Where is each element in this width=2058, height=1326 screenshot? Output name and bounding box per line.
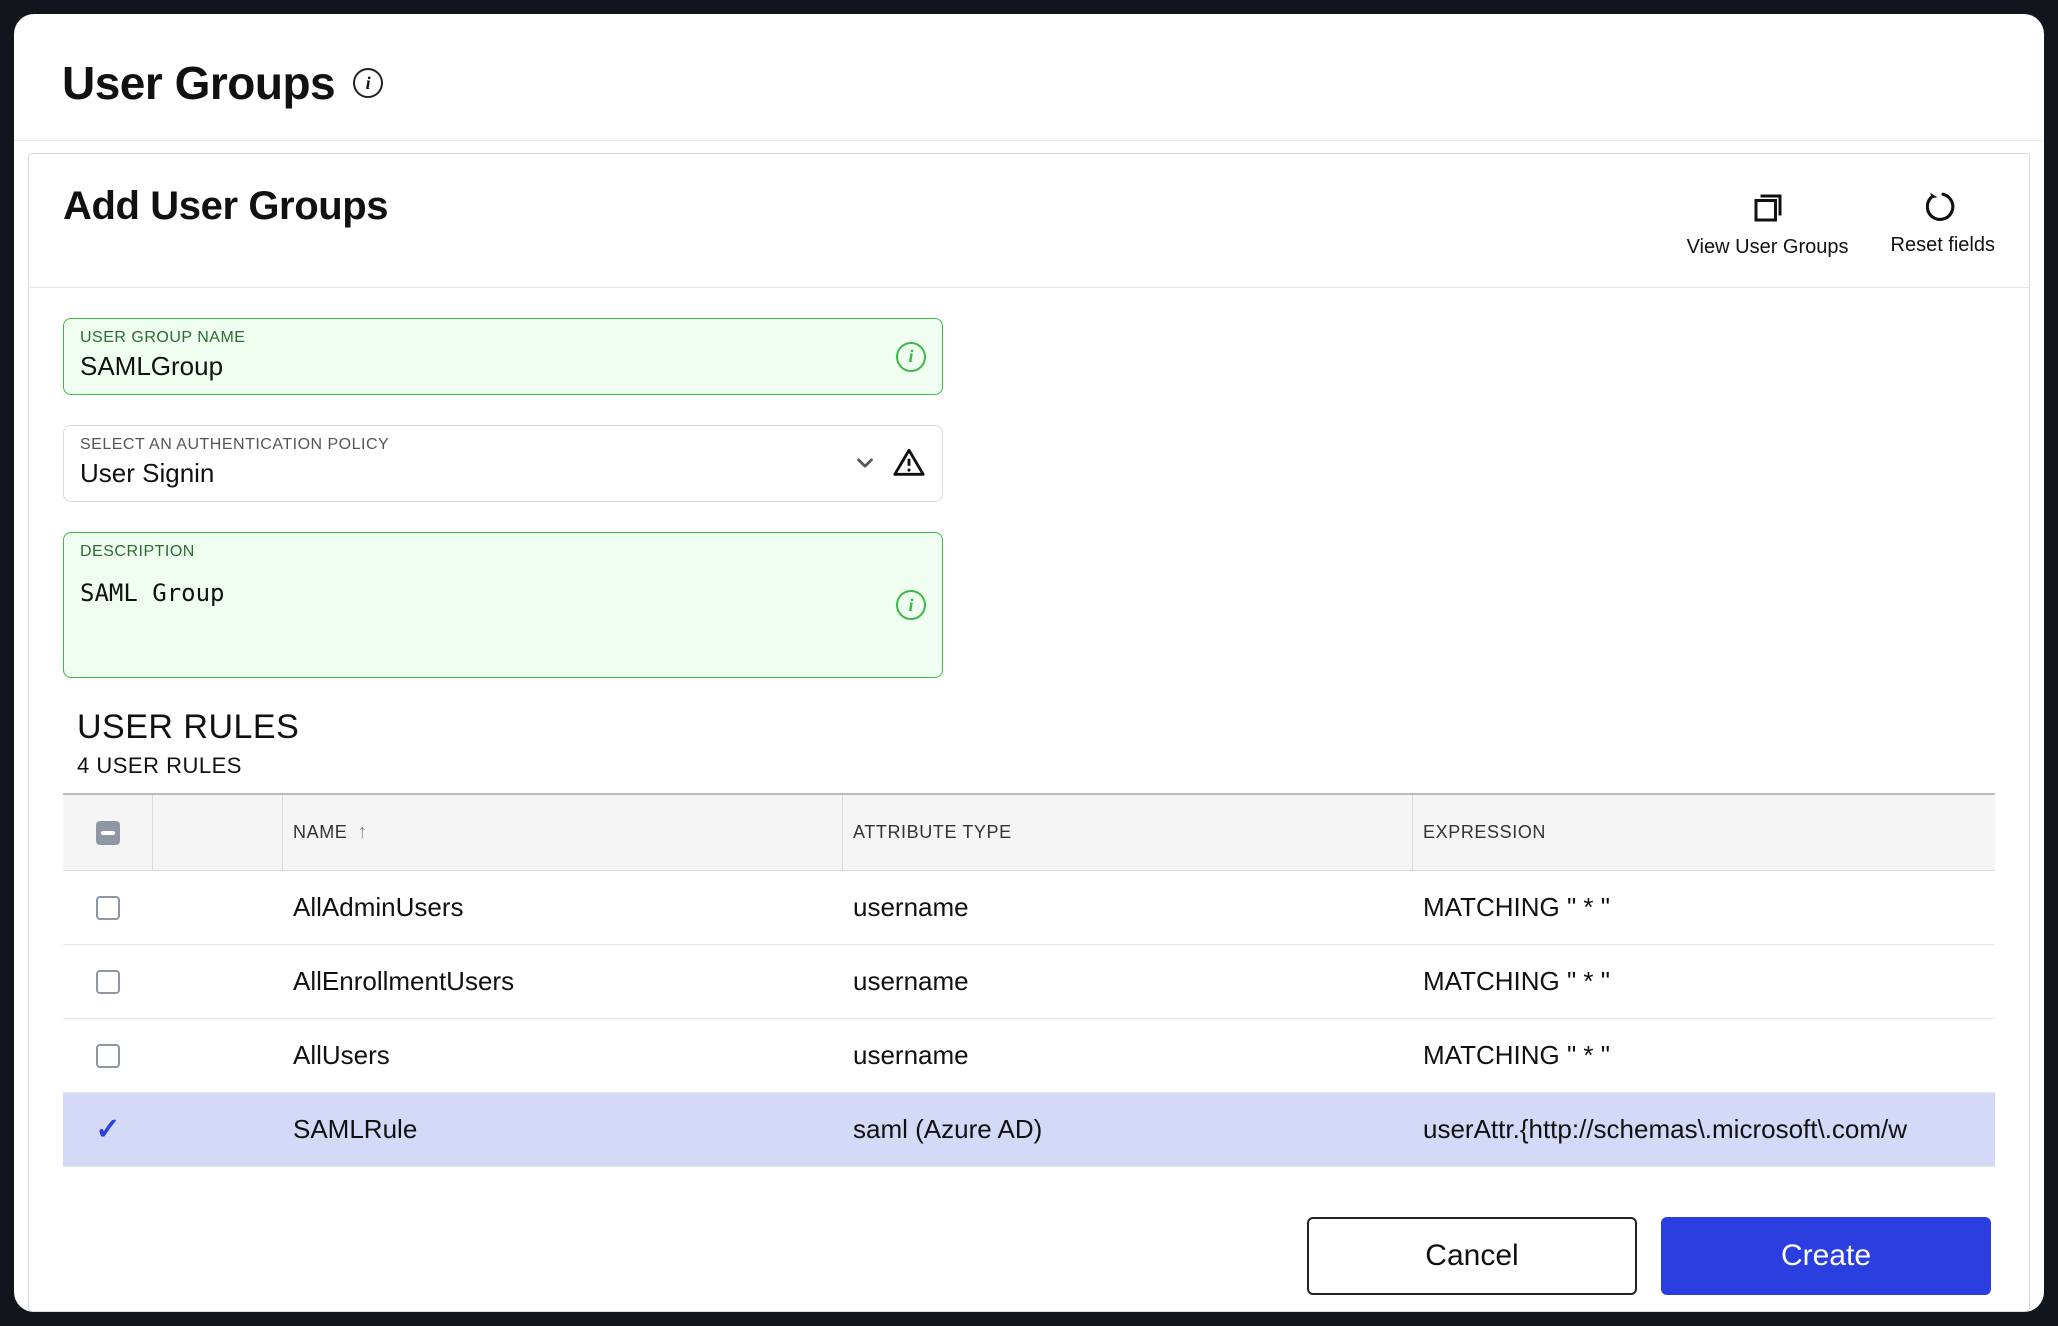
panel-title: Add User Groups <box>63 184 388 229</box>
reset-icon <box>1926 190 1960 224</box>
page-title: User Groups <box>62 56 335 110</box>
add-user-groups-panel: Add User Groups View User Groups <box>28 153 2030 1312</box>
panel-footer: Cancel Create <box>29 1177 2029 1312</box>
column-header-name-label: NAME <box>293 822 347 843</box>
checkbox-icon <box>96 1044 120 1068</box>
auth-policy-select[interactable]: SELECT AN AUTHENTICATION POLICY User Sig… <box>63 425 943 502</box>
row-attribute-type: username <box>843 966 1413 997</box>
cancel-button-label: Cancel <box>1425 1239 1518 1273</box>
table-row[interactable]: AllUsersusernameMATCHING " * " <box>63 1019 1995 1093</box>
row-expression: MATCHING " * " <box>1413 892 1995 923</box>
user-group-name-field[interactable]: USER GROUP NAME SAMLGroup i <box>63 318 943 395</box>
row-expression: userAttr.{http://schemas\.microsoft\.com… <box>1413 1114 1995 1145</box>
info-icon[interactable]: i <box>353 68 383 98</box>
checkbox-icon <box>96 896 120 920</box>
description-label: DESCRIPTION <box>80 543 926 561</box>
table-body: AllAdminUsersusernameMATCHING " * "AllEn… <box>63 871 1995 1167</box>
auth-policy-label: SELECT AN AUTHENTICATION POLICY <box>80 436 852 454</box>
page: User Groups i Add User Groups View User … <box>14 14 2044 1312</box>
view-user-groups-label: View User Groups <box>1687 236 1849 259</box>
sort-asc-icon: ↑ <box>357 821 368 844</box>
select-all-header[interactable] <box>63 795 153 870</box>
user-group-name-label: USER GROUP NAME <box>80 329 926 347</box>
row-attribute-type: username <box>843 1040 1413 1071</box>
column-header-attr-label: ATTRIBUTE TYPE <box>853 822 1012 843</box>
user-rules-heading: USER RULES <box>77 708 1995 747</box>
row-name: SAMLRule <box>283 1114 843 1145</box>
chevron-down-icon <box>852 450 878 476</box>
info-icon[interactable]: i <box>896 590 926 620</box>
row-attribute-type: username <box>843 892 1413 923</box>
panel-header: Add User Groups View User Groups <box>29 154 2029 288</box>
row-name: AllAdminUsers <box>283 892 843 923</box>
column-header-attribute-type[interactable]: ATTRIBUTE TYPE <box>843 795 1413 870</box>
info-icon[interactable]: i <box>896 342 926 372</box>
user-rules-count: 4 USER RULES <box>77 753 1995 779</box>
create-button-label: Create <box>1781 1239 1871 1273</box>
row-select-cell[interactable] <box>63 970 153 994</box>
page-header: User Groups i <box>14 14 2044 141</box>
user-group-name-value: SAMLGroup <box>80 351 926 382</box>
check-icon: ✓ <box>95 1112 120 1147</box>
table-row[interactable]: AllEnrollmentUsersusernameMATCHING " * " <box>63 945 1995 1019</box>
user-rules-table: NAME ↑ ATTRIBUTE TYPE EXPRESSION AllAdmi… <box>63 793 1995 1167</box>
panel-body: USER GROUP NAME SAMLGroup i SELECT AN AU… <box>29 288 2029 1177</box>
reset-fields-button[interactable]: Reset fields <box>1891 190 1996 259</box>
row-expression: MATCHING " * " <box>1413 1040 1995 1071</box>
description-field[interactable]: DESCRIPTION SAML Group i <box>63 532 943 678</box>
table-header: NAME ↑ ATTRIBUTE TYPE EXPRESSION <box>63 795 1995 871</box>
create-button[interactable]: Create <box>1661 1217 1991 1295</box>
cancel-button[interactable]: Cancel <box>1307 1217 1637 1295</box>
row-expression: MATCHING " * " <box>1413 966 1995 997</box>
row-select-cell[interactable] <box>63 1044 153 1068</box>
column-header-expression[interactable]: EXPRESSION <box>1413 795 1995 870</box>
reset-fields-label: Reset fields <box>1891 234 1996 257</box>
table-row[interactable]: AllAdminUsersusernameMATCHING " * " <box>63 871 1995 945</box>
checkbox-icon <box>96 970 120 994</box>
view-user-groups-button[interactable]: View User Groups <box>1687 190 1849 259</box>
stack-icon <box>1750 190 1786 226</box>
auth-policy-value: User Signin <box>80 458 852 489</box>
row-name: AllEnrollmentUsers <box>283 966 843 997</box>
row-select-cell[interactable]: ✓ <box>63 1112 153 1147</box>
row-select-cell[interactable] <box>63 896 153 920</box>
column-header-expr-label: EXPRESSION <box>1423 822 1546 843</box>
column-header-name[interactable]: NAME ↑ <box>283 795 843 870</box>
table-row[interactable]: ✓ SAMLRulesaml (Azure AD)userAttr.{http:/… <box>63 1093 1995 1167</box>
warning-icon <box>892 446 926 480</box>
row-attribute-type: saml (Azure AD) <box>843 1114 1413 1145</box>
description-value: SAML Group <box>80 579 926 607</box>
row-name: AllUsers <box>283 1040 843 1071</box>
panel-actions: View User Groups Reset fields <box>1687 184 1995 259</box>
indeterminate-checkbox-icon <box>96 821 120 845</box>
header-spacer <box>153 795 283 870</box>
